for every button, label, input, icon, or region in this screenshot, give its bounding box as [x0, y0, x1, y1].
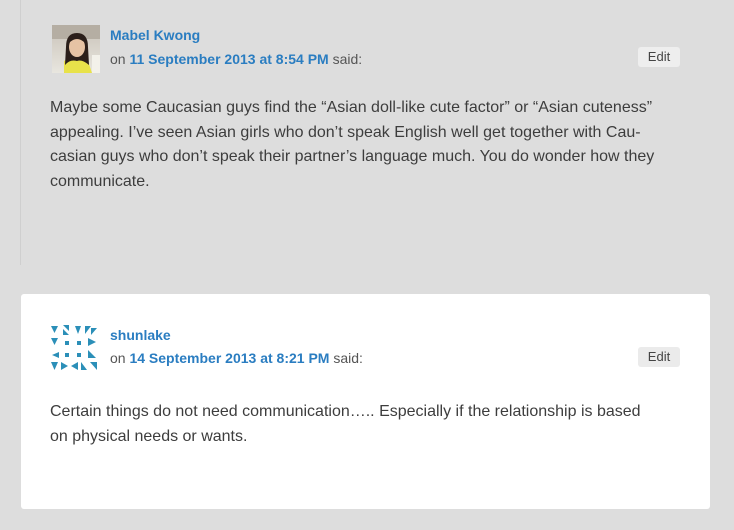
comment-date-link[interactable]: 11 September 2013 at 8:54 PM: [129, 51, 328, 67]
comment-shunlake: shunlake on 14 September 2013 at 8:21 PM…: [21, 294, 710, 509]
comment-body: Maybe some Caucasian guys find the “Asia…: [50, 96, 690, 194]
comment-body-line: casian guys who don’t speak their partne…: [50, 148, 655, 165]
comment-body: Certain things do not need communication…: [50, 400, 690, 449]
comment-body-line: Certain things do not need communication…: [50, 403, 641, 420]
meta-on-label: on: [110, 350, 126, 366]
comment-meta: on 11 September 2013 at 8:54 PM said:: [110, 50, 362, 68]
comment-date-link[interactable]: 14 September 2013 at 8:21 PM: [129, 350, 329, 366]
thread-line: [20, 0, 21, 265]
identicon-avatar[interactable]: [50, 324, 98, 372]
user-photo-avatar[interactable]: [52, 25, 100, 73]
meta-said-label: said:: [332, 51, 363, 67]
comment-author-name[interactable]: Mabel Kwong: [110, 26, 200, 44]
comment-body-line: Maybe some Caucasian guys find the “Asia…: [50, 99, 653, 116]
comment-body-line: appealing. I’ve seen Asian girls who don…: [50, 123, 641, 141]
edit-button[interactable]: Edit: [638, 47, 680, 67]
comment-body-line: on physical needs or wants.: [50, 427, 248, 445]
comment-body-line: communicate.: [50, 172, 150, 190]
comment-author-name[interactable]: shunlake: [110, 326, 171, 344]
meta-on-label: on: [110, 51, 126, 67]
comment-meta: on 14 September 2013 at 8:21 PM said:: [110, 349, 363, 367]
meta-said-label: said:: [333, 350, 363, 366]
edit-button[interactable]: Edit: [638, 347, 680, 367]
comment-mabel-kwong: Mabel Kwong on 11 September 2013 at 8:54…: [0, 0, 734, 265]
